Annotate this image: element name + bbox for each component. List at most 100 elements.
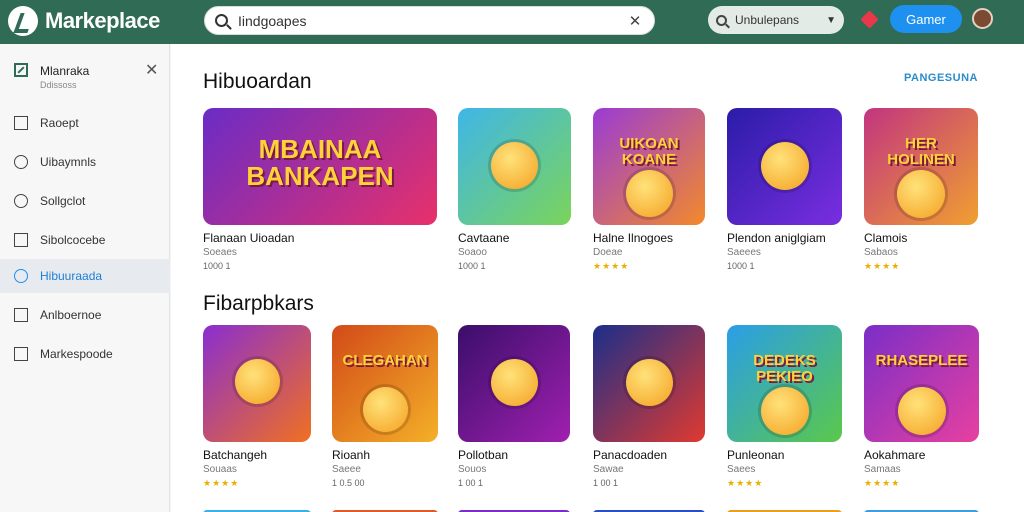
game-thumbnail: DEDEKS PEKIEO xyxy=(727,325,842,442)
search-bar[interactable]: ✕ xyxy=(204,6,655,35)
circle-icon xyxy=(14,194,28,208)
game-thumbnail: RHASEPLEE xyxy=(864,325,979,442)
tablet-icon xyxy=(14,233,28,247)
thumbnail-title-art: HER HOLINEN xyxy=(887,135,955,168)
logo[interactable]: Markeplace xyxy=(8,5,160,37)
character-art xyxy=(626,359,673,406)
filter-dropdown[interactable]: Unbulepans ▼ xyxy=(708,6,844,34)
game-button[interactable]: Gamer xyxy=(890,5,962,33)
thumbnail-title-art: DEDEKS PEKIEO xyxy=(753,352,816,385)
sidebar-item[interactable]: Markespoode xyxy=(0,337,170,371)
game-meta: 1 00 1 xyxy=(593,478,619,488)
compass-icon xyxy=(14,155,28,169)
game-meta: 1000 1 xyxy=(727,261,755,271)
game-thumbnail xyxy=(203,325,311,442)
character-art xyxy=(897,170,945,218)
game-category: Sabaos xyxy=(864,247,898,258)
game-thumbnail xyxy=(458,325,570,442)
sidebar-item-label: Uibaymnls xyxy=(40,155,97,169)
game-card[interactable]: Pollotban Souos 1 00 1 xyxy=(458,325,570,488)
sidebar-item-label: Anlboernoe xyxy=(40,308,102,322)
game-title: Rioanh xyxy=(332,448,371,462)
sidebar-header-title: Mlanraka xyxy=(40,64,90,78)
game-title: Halne Ilnogoes xyxy=(593,231,674,245)
game-category: Saeees xyxy=(727,247,761,258)
filter-value: Unbulepans xyxy=(735,13,800,27)
sidebar-header: Mlanraka Ddissoss ✕ xyxy=(0,60,170,100)
game-card[interactable]: UIKOAN KOANE Halne Ilnogoes Doeae ★★★★ xyxy=(593,108,705,272)
game-thumbnail: HER HOLINEN xyxy=(864,108,978,225)
gear-icon xyxy=(14,308,28,322)
star-rating: ★★★★ xyxy=(727,478,764,488)
character-art xyxy=(626,170,673,217)
chevron-down-icon: ▼ xyxy=(826,14,836,26)
thumbnail-title-art: MBAINAA BANKAPEN xyxy=(246,134,394,192)
game-title: Punleonan xyxy=(727,448,785,462)
sidebar-item-label: Sollgclot xyxy=(40,194,86,208)
top-bar: Markeplace ✕ Unbulepans ▼ Gamer xyxy=(0,0,1024,44)
game-category: Soaoo xyxy=(458,247,487,258)
game-title: Flanaan Uioadan xyxy=(203,231,295,245)
game-card[interactable]: Cavtaane Soaoo 1000 1 xyxy=(458,108,571,271)
character-art xyxy=(898,387,946,435)
game-thumbnail: CLEGAHAN xyxy=(332,325,438,442)
logo-icon xyxy=(8,6,38,36)
game-thumbnail xyxy=(727,108,842,225)
game-card[interactable]: Batchangeh Souaas ★★★★ xyxy=(203,325,311,489)
game-card[interactable]: Panacdoaden Sawae 1 00 1 xyxy=(593,325,705,488)
sidebar-item[interactable]: Sollgclot xyxy=(0,184,170,218)
game-meta: 1000 1 xyxy=(203,261,231,271)
sidebar-item-label: Hibuuraada xyxy=(40,269,103,283)
thumbnail-title-art: RHASEPLEE xyxy=(875,352,968,370)
game-meta: 1 0.5 00 xyxy=(332,478,365,488)
avatar[interactable] xyxy=(972,8,993,29)
close-icon[interactable]: ✕ xyxy=(145,60,158,80)
game-category: Sawae xyxy=(593,464,624,475)
game-category: Soeaes xyxy=(203,247,237,258)
sidebar-item[interactable]: Sibolcocebe xyxy=(0,223,170,257)
globe-icon xyxy=(14,269,28,283)
game-title: Plendon aniglgiam xyxy=(727,231,826,245)
character-art xyxy=(235,359,280,404)
main-content: Hibuoardan PANGESUNA MBAINAA BANKAPEN Flana… xyxy=(171,44,1024,512)
game-card[interactable]: RHASEPLEE Aokahmare Samaas ★★★★ xyxy=(864,325,979,489)
thumbnail-title-art: UIKOAN KOANE xyxy=(619,135,679,168)
game-thumbnail: UIKOAN KOANE xyxy=(593,108,705,225)
star-rating: ★★★★ xyxy=(864,261,901,271)
star-rating: ★★★★ xyxy=(203,478,240,488)
section-title: Hibuoardan xyxy=(203,70,312,93)
thumbnail-title-art: CLEGAHAN xyxy=(342,352,428,370)
game-meta: 1000 1 xyxy=(458,261,486,271)
game-title: Cavtaane xyxy=(458,231,510,245)
section-title: Fibarpbkars xyxy=(203,292,314,315)
clear-icon[interactable]: ✕ xyxy=(626,12,644,30)
game-thumbnail xyxy=(458,108,571,225)
game-card[interactable]: CLEGAHAN Rioanh Saeee 1 0.5 00 xyxy=(332,325,438,488)
game-card[interactable]: MBAINAA BANKAPEN Flanaan Uioadan Soeaes 100… xyxy=(203,108,437,271)
app-title: Markeplace xyxy=(45,8,160,33)
see-all-link[interactable]: PANGESUNA xyxy=(904,72,978,84)
star-rating: ★★★★ xyxy=(864,478,901,488)
notification-icon[interactable] xyxy=(860,10,880,30)
calendar-icon xyxy=(14,347,28,361)
sidebar-item[interactable]: Hibuuraada xyxy=(0,259,170,293)
game-title: Aokahmare xyxy=(864,448,926,462)
game-card[interactable]: Plendon aniglgiam Saeees 1000 1 xyxy=(727,108,842,271)
sidebar-header-subtitle: Ddissoss xyxy=(40,80,77,90)
game-card[interactable]: HER HOLINEN Clamois Sabaos ★★★★ xyxy=(864,108,978,272)
game-meta: 1 00 1 xyxy=(458,478,484,488)
character-art xyxy=(491,142,538,189)
sidebar-item[interactable]: Uibaymnls xyxy=(0,145,170,179)
game-title: Pollotban xyxy=(458,448,509,462)
game-card[interactable]: DEDEKS PEKIEO Punleonan Saees ★★★★ xyxy=(727,325,842,489)
game-title: Panacdoaden xyxy=(593,448,668,462)
game-title: Batchangeh xyxy=(203,448,268,462)
game-category: Saeee xyxy=(332,464,361,475)
sidebar-item[interactable]: Anlboernoe xyxy=(0,298,170,332)
search-input[interactable] xyxy=(238,12,626,29)
character-art xyxy=(761,142,809,190)
sidebar-item[interactable]: Raoept xyxy=(0,106,170,140)
character-art xyxy=(761,387,809,435)
game-thumbnail: MBAINAA BANKAPEN xyxy=(203,108,437,225)
star-rating: ★★★★ xyxy=(593,261,630,271)
